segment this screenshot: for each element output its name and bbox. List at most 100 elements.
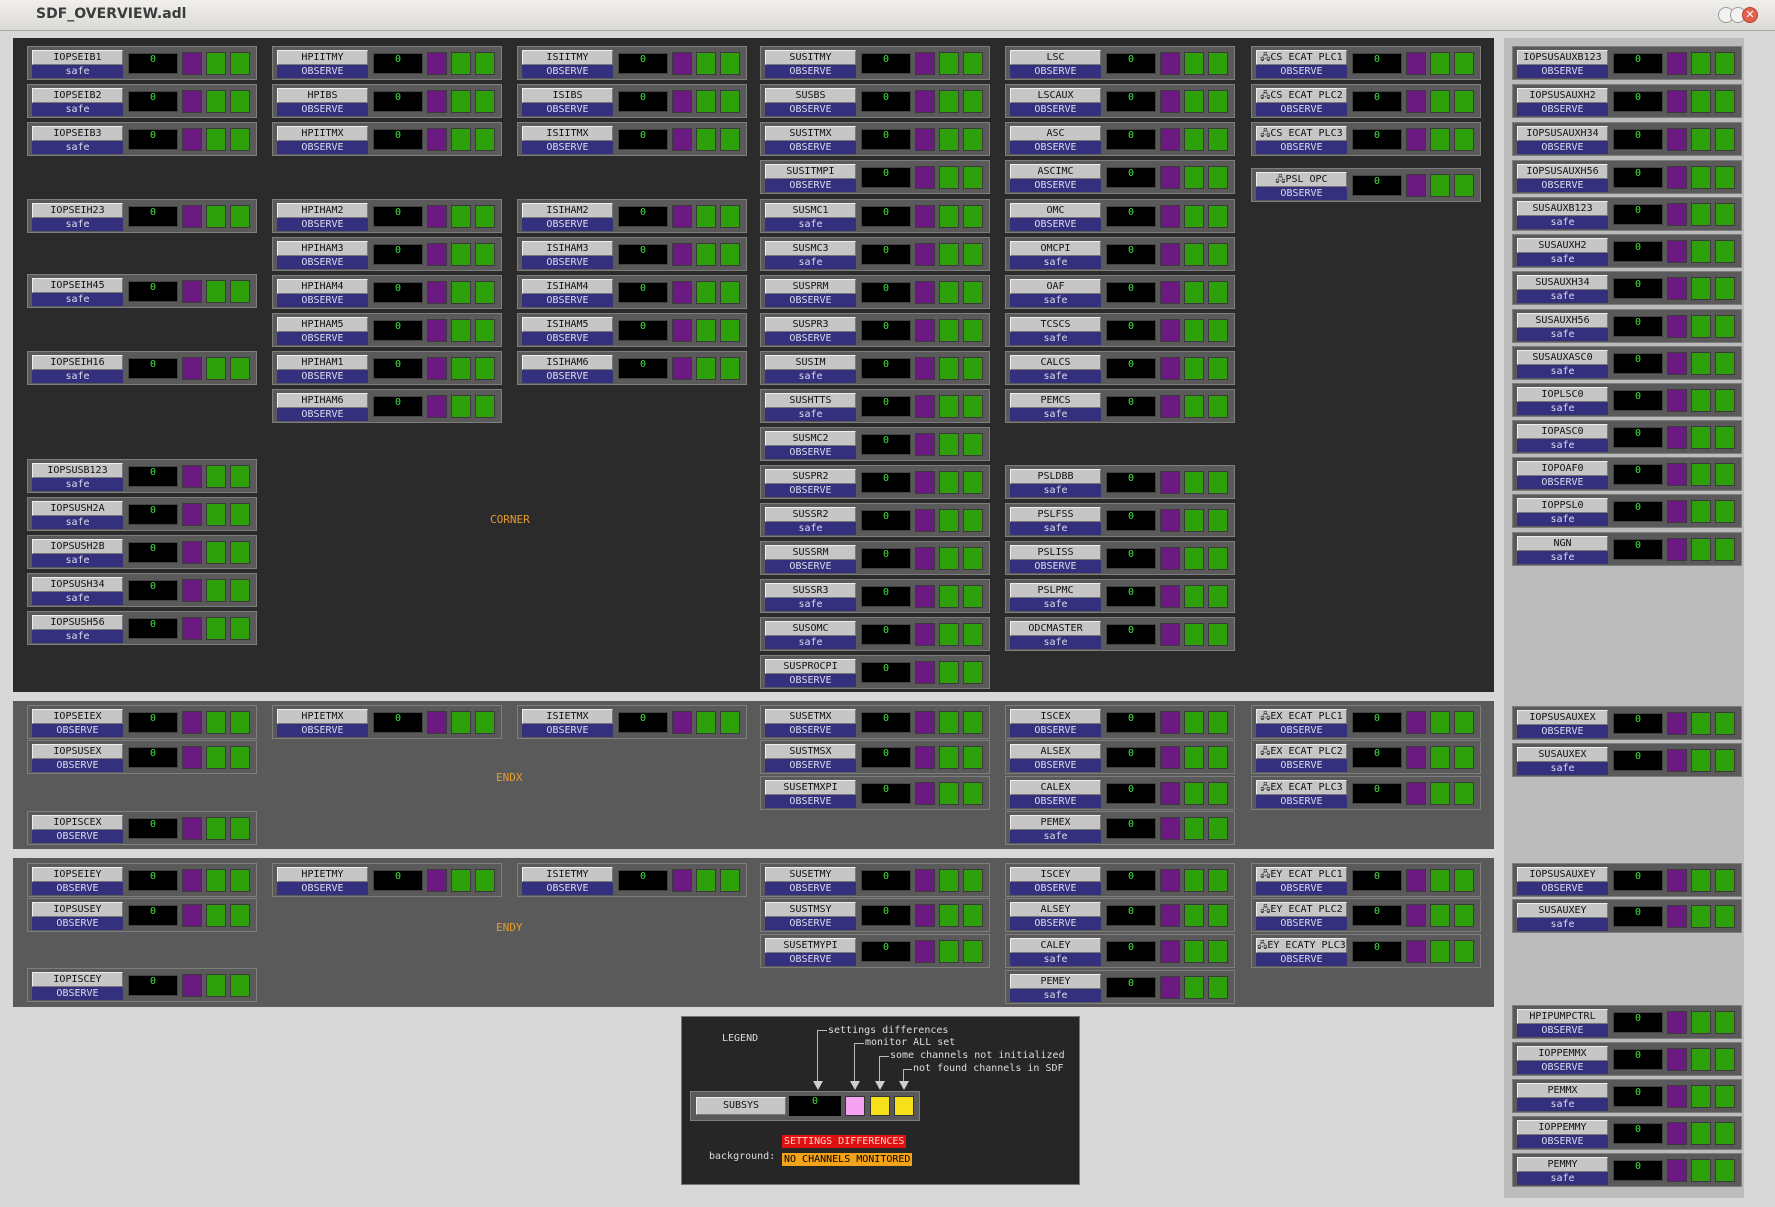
- subsystem-button[interactable]: ALSEY: [1010, 902, 1101, 917]
- subsystem-button[interactable]: IOPSEIB3: [32, 126, 123, 141]
- subsystem-button[interactable]: ISIETMX: [522, 709, 613, 724]
- subsystem-button[interactable]: HPIHAM5: [277, 317, 368, 332]
- subsystem-button[interactable]: ISIHAM2: [522, 203, 613, 218]
- subsystem-button[interactable]: ASCIMC: [1010, 164, 1101, 179]
- subsystem-button[interactable]: HPIHAM1: [277, 355, 368, 370]
- subsystem-button[interactable]: IOPSEIEX: [32, 709, 123, 724]
- subsystem-button[interactable]: IOPSUSEY: [32, 902, 123, 917]
- subsystem-button[interactable]: SUSAUXB123: [1517, 201, 1608, 216]
- subsystem-button[interactable]: SUSETMY: [765, 867, 856, 882]
- subsystem-button[interactable]: OMC: [1010, 203, 1101, 218]
- subsystem-button[interactable]: ISIITMY: [522, 50, 613, 65]
- subsystem-button[interactable]: SUSPR3: [765, 317, 856, 332]
- subsystem-button[interactable]: HPIHAM3: [277, 241, 368, 256]
- subsystem-button[interactable]: ASC: [1010, 126, 1101, 141]
- subsystem-button[interactable]: SUSETMYPI: [765, 938, 856, 953]
- subsystem-button[interactable]: HPIITMX: [277, 126, 368, 141]
- subsystem-button[interactable]: ISIBS: [522, 88, 613, 103]
- subsystem-button[interactable]: CALEY: [1010, 938, 1101, 953]
- subsystem-button[interactable]: ISCEY: [1010, 867, 1101, 882]
- subsystem-button[interactable]: IOPSUSH2A: [32, 501, 123, 516]
- subsystem-button[interactable]: ISIETMY: [522, 867, 613, 882]
- subsystem-button[interactable]: SUSITMY: [765, 50, 856, 65]
- subsystem-button[interactable]: SUSPROCPI: [765, 659, 856, 674]
- subsystem-button[interactable]: SUSSR2: [765, 507, 856, 522]
- subsystem-button[interactable]: IOPSUSH34: [32, 577, 123, 592]
- subsystem-button[interactable]: HPIETMX: [277, 709, 368, 724]
- subsystem-button[interactable]: IOPISCEX: [32, 815, 123, 830]
- subsystem-button[interactable]: SUSITMX: [765, 126, 856, 141]
- subsystem-button[interactable]: IOPSEIEY: [32, 867, 123, 882]
- subsystem-button[interactable]: SUSMC1: [765, 203, 856, 218]
- subsystem-button[interactable]: SUSAUXEX: [1517, 747, 1608, 762]
- subsystem-button[interactable]: SUSSR3: [765, 583, 856, 598]
- subsystem-button[interactable]: SUSMC3: [765, 241, 856, 256]
- subsystem-button[interactable]: IOPOAF0: [1517, 461, 1608, 476]
- subsystem-button[interactable]: HPIHAM4: [277, 279, 368, 294]
- subsystem-button[interactable]: PSLPMC: [1010, 583, 1101, 598]
- subsystem-button[interactable]: IOPSUSAUXEY: [1517, 867, 1608, 882]
- subsystem-button[interactable]: SUSAUXH2: [1517, 238, 1608, 253]
- subsystem-button[interactable]: IOPSUSAUXB123: [1517, 50, 1608, 65]
- subsystem-button[interactable]: 🖧EX ECAT PLC2: [1256, 744, 1347, 759]
- subsystem-button[interactable]: SUSAUXEY: [1517, 903, 1608, 918]
- subsystem-button[interactable]: ISIHAM5: [522, 317, 613, 332]
- subsystem-button[interactable]: LSCAUX: [1010, 88, 1101, 103]
- subsystem-button[interactable]: 🖧EY ECATY PLC3: [1256, 938, 1347, 953]
- subsystem-button[interactable]: LSC: [1010, 50, 1101, 65]
- subsystem-button[interactable]: CALEX: [1010, 780, 1101, 795]
- subsystem-button[interactable]: PEMEY: [1010, 974, 1101, 989]
- subsystem-button[interactable]: 🖧PSL OPC: [1256, 172, 1347, 187]
- subsystem-button[interactable]: HPIBS: [277, 88, 368, 103]
- subsystem-button[interactable]: IOPSUSAUXEX: [1517, 710, 1608, 725]
- subsystem-button[interactable]: SUSMC2: [765, 431, 856, 446]
- subsystem-button[interactable]: SUSETMXPI: [765, 780, 856, 795]
- subsystem-button[interactable]: HPIHAM2: [277, 203, 368, 218]
- subsystem-button[interactable]: SUSITMPI: [765, 164, 856, 179]
- subsystem-button[interactable]: 🖧EX ECAT PLC1: [1256, 709, 1347, 724]
- subsystem-button[interactable]: PEMMY: [1517, 1157, 1608, 1172]
- subsystem-button[interactable]: IOPPEMMX: [1517, 1046, 1608, 1061]
- subsystem-button[interactable]: HPIITMY: [277, 50, 368, 65]
- subsystem-button[interactable]: IOPSUSAUXH56: [1517, 164, 1608, 179]
- subsystem-button[interactable]: SUSAUXH34: [1517, 275, 1608, 290]
- subsystem-button[interactable]: HPIETMY: [277, 867, 368, 882]
- subsystem-button[interactable]: SUSAUXASC0: [1517, 350, 1608, 365]
- subsystem-button[interactable]: PSLFSS: [1010, 507, 1101, 522]
- subsystem-button[interactable]: NGN: [1517, 536, 1608, 551]
- close-button[interactable]: ✕: [1742, 7, 1758, 23]
- subsystem-button[interactable]: IOPSUSH56: [32, 615, 123, 630]
- subsystem-button[interactable]: SUSIM: [765, 355, 856, 370]
- subsystem-button[interactable]: PSLISS: [1010, 545, 1101, 560]
- subsystem-button[interactable]: ODCMASTER: [1010, 621, 1101, 636]
- subsystem-button[interactable]: OAF: [1010, 279, 1101, 294]
- subsystem-button[interactable]: IOPSUSB123: [32, 463, 123, 478]
- subsystem-button[interactable]: PSLDBB: [1010, 469, 1101, 484]
- subsystem-button[interactable]: SUSSRM: [765, 545, 856, 560]
- subsystem-button[interactable]: IOPSEIH23: [32, 203, 123, 218]
- subsystem-button[interactable]: SUSAUXH56: [1517, 313, 1608, 328]
- subsystem-button[interactable]: IOPPSL0: [1517, 498, 1608, 513]
- subsystem-button[interactable]: SUSTMSX: [765, 744, 856, 759]
- subsystem-button[interactable]: SUSPRM: [765, 279, 856, 294]
- subsystem-button[interactable]: SUSPR2: [765, 469, 856, 484]
- subsystem-button[interactable]: HPIHAM6: [277, 393, 368, 408]
- subsystem-button[interactable]: IOPISCEY: [32, 972, 123, 987]
- subsystem-button[interactable]: SUSOMC: [765, 621, 856, 636]
- subsystem-button[interactable]: IOPLSC0: [1517, 387, 1608, 402]
- subsystem-button[interactable]: ISIHAM6: [522, 355, 613, 370]
- subsystem-button[interactable]: 🖧EY ECAT PLC2: [1256, 902, 1347, 917]
- subsystem-button[interactable]: IOPSEIB1: [32, 50, 123, 65]
- subsystem-button[interactable]: OMCPI: [1010, 241, 1101, 256]
- subsystem-button[interactable]: SUSTMSY: [765, 902, 856, 917]
- subsystem-button[interactable]: PEMCS: [1010, 393, 1101, 408]
- subsystem-button[interactable]: 🖧EX ECAT PLC3: [1256, 780, 1347, 795]
- subsystem-button[interactable]: CALCS: [1010, 355, 1101, 370]
- subsystem-button[interactable]: ISCEX: [1010, 709, 1101, 724]
- subsystem-button[interactable]: ISIHAM3: [522, 241, 613, 256]
- subsystem-button[interactable]: IOPSEIH16: [32, 355, 123, 370]
- subsystem-button[interactable]: 🖧CS ECAT PLC3: [1256, 126, 1347, 141]
- subsystem-button[interactable]: IOPSUSH2B: [32, 539, 123, 554]
- subsystem-button[interactable]: 🖧CS ECAT PLC2: [1256, 88, 1347, 103]
- subsystem-button[interactable]: ISIHAM4: [522, 279, 613, 294]
